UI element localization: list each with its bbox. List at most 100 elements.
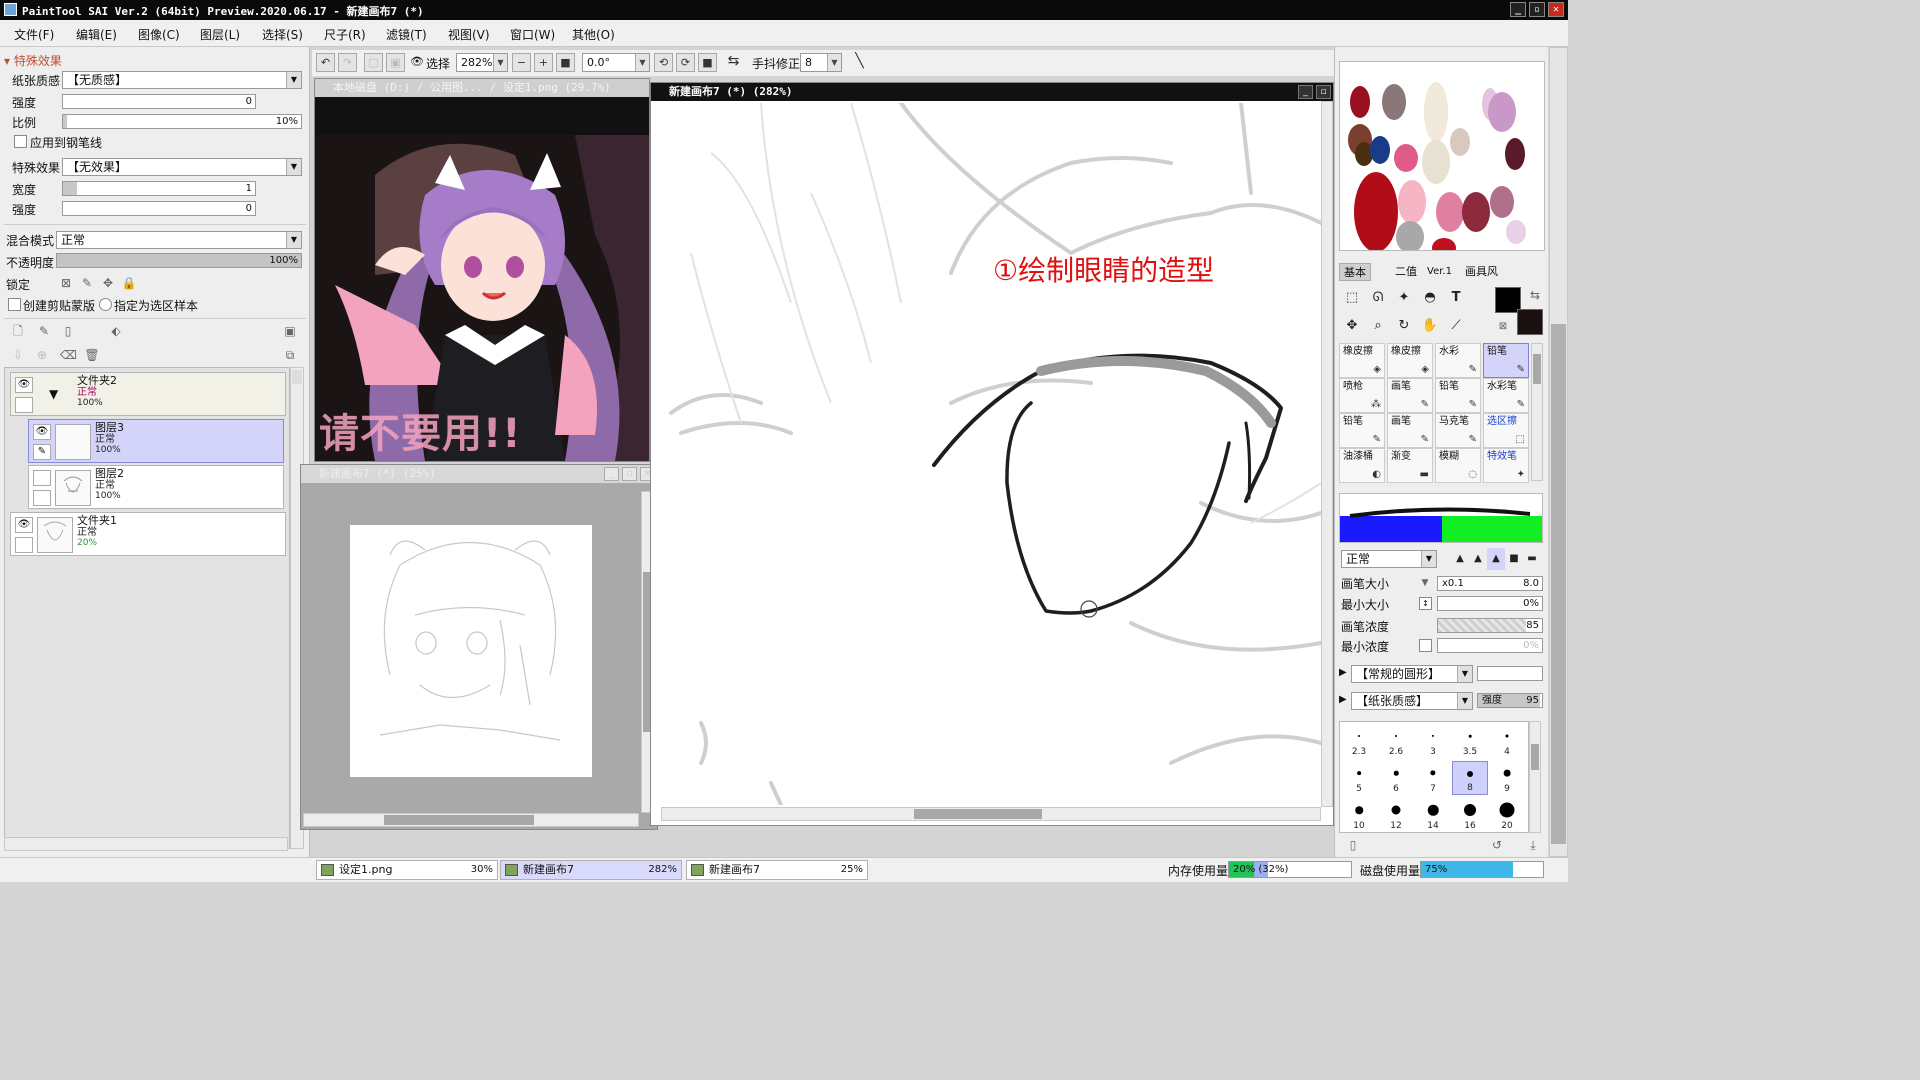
save-preset-icon[interactable]: ⤓	[1525, 837, 1541, 853]
brush-slot[interactable]: 铅笔 ✎	[1339, 413, 1385, 448]
scroll-thumb[interactable]	[1533, 354, 1541, 384]
menu-other[interactable]: 其他(O)	[572, 26, 615, 43]
main-hscrollbar[interactable]	[661, 807, 1321, 821]
redo-icon[interactable]: ↷	[338, 53, 357, 72]
brush-slot[interactable]: 铅笔 ✎	[1435, 378, 1481, 413]
chevron-down-icon[interactable]: ▼	[286, 159, 301, 175]
main-canvas-title[interactable]: 新建画布7 (*) (282%)	[651, 83, 1333, 101]
scale-slider[interactable]: 10%	[62, 114, 302, 129]
chevron-down-icon[interactable]: ▼	[286, 72, 301, 88]
clear-layer-icon[interactable]: ⌫	[60, 347, 77, 363]
select-toggle-label[interactable]: 选择	[426, 55, 450, 72]
menu-image[interactable]: 图像(C)	[138, 26, 180, 43]
eye-icon[interactable]: 👁	[410, 55, 424, 68]
rect-select-icon[interactable]: ⬚	[1341, 287, 1363, 309]
main-vscrollbar[interactable]	[1321, 101, 1333, 807]
secondary-color-swatch[interactable]	[1517, 309, 1543, 335]
chevron-down-icon[interactable]: ▼	[286, 232, 301, 248]
layer-hscrollbar[interactable]	[4, 837, 288, 851]
zoom-out-icon[interactable]: −	[512, 53, 531, 72]
size-preset[interactable]: 12	[1378, 798, 1414, 832]
lock-all-icon[interactable]: 🔒	[121, 275, 137, 291]
chevron-down-icon[interactable]: ▼	[635, 54, 649, 71]
shape-rect2-icon[interactable]: ▬	[1523, 548, 1541, 570]
invert-selection-icon[interactable]: ▣	[386, 53, 405, 72]
size-preset[interactable]: 16	[1452, 798, 1488, 832]
reference-window-title[interactable]: 本地磁盘 (D:) / 公用图... / 设定1.png (29.7%)	[315, 79, 649, 97]
paper-texture-select[interactable]: 【无质感】 ▼	[62, 71, 302, 89]
brush-blend-select[interactable]: 正常 ▼	[1341, 550, 1437, 568]
transfer-down-icon[interactable]: ⇩	[10, 347, 26, 363]
brush-slot[interactable]: 水彩笔 ✎	[1483, 378, 1529, 413]
hand-icon[interactable]: ✋	[1419, 315, 1441, 337]
brush-slot[interactable]: 画笔 ✎	[1387, 378, 1433, 413]
shape-rect-icon[interactable]: ■	[1505, 548, 1523, 570]
right-edge-scrollbar[interactable]	[1549, 47, 1568, 857]
min-size-slider[interactable]: 0%	[1437, 596, 1543, 611]
chevron-down-icon[interactable]: ▼	[1417, 575, 1433, 591]
tab-ver1[interactable]: Ver.1	[1423, 263, 1456, 281]
stabilizer-field[interactable]: 8 ▼	[800, 53, 842, 72]
size-preset[interactable]: 3	[1415, 724, 1451, 758]
strength2-slider[interactable]: 0	[62, 201, 256, 216]
layer-item-folder1[interactable]: 👁 文件夹1 正常 20%	[10, 512, 286, 556]
brush-grid-scrollbar[interactable]	[1531, 343, 1543, 481]
clip-mask-checkbox[interactable]	[8, 298, 21, 311]
visibility-eye-icon[interactable]: 👁	[15, 377, 33, 393]
menu-edit[interactable]: 编辑(E)	[76, 26, 117, 43]
new-linework-layer-icon[interactable]: ✎	[36, 323, 52, 339]
deselect-icon[interactable]: ▢	[364, 53, 383, 72]
strength-slider[interactable]: 0	[62, 94, 256, 109]
maximize-icon[interactable]: ▫	[1316, 85, 1331, 99]
brush-slot[interactable]: 橡皮擦 ◈	[1387, 343, 1433, 378]
lock-paint-icon[interactable]: ✎	[79, 275, 95, 291]
min-density-toggle[interactable]	[1419, 639, 1432, 652]
brush-slot[interactable]: 选区擦 ⬚	[1483, 413, 1529, 448]
rotate-right-icon[interactable]: ⟳	[676, 53, 695, 72]
min-size-toggle[interactable]: ↕	[1419, 597, 1432, 610]
shape-tri1-icon[interactable]: ▲	[1451, 548, 1469, 570]
tab-binary[interactable]: 二值	[1391, 263, 1421, 281]
menu-file[interactable]: 文件(F)	[14, 26, 54, 43]
size-preset[interactable]: 10	[1341, 798, 1377, 832]
width-slider[interactable]: 1	[62, 181, 256, 196]
new-folder-icon[interactable]: ▯	[60, 323, 76, 339]
apply-to-line-checkbox[interactable]	[14, 135, 27, 148]
brush-slot[interactable]: 马克笔 ✎	[1435, 413, 1481, 448]
straight-line-icon[interactable]: ╲	[850, 53, 869, 72]
texture-strength-slider[interactable]: 强度 95	[1477, 693, 1543, 708]
size-preset[interactable]: 20	[1489, 798, 1525, 832]
rotate-icon[interactable]: ↻	[1393, 315, 1415, 337]
swap-colors-icon[interactable]: ⇆	[1527, 287, 1543, 303]
doc-tab-canvas-main[interactable]: 新建画布7 282%	[500, 860, 682, 880]
brush-shape-strength[interactable]	[1477, 666, 1543, 681]
scroll-thumb[interactable]	[292, 370, 302, 384]
size-preset[interactable]: 2.6	[1378, 724, 1414, 758]
doc-tab-reference[interactable]: 设定1.png 30%	[316, 860, 498, 880]
size-preset[interactable]: 3.5	[1452, 724, 1488, 758]
trash-small-icon[interactable]: ▯	[1345, 837, 1361, 853]
rotate-reset-icon[interactable]: ■	[698, 53, 717, 72]
color-scratchpad[interactable]	[1339, 61, 1545, 251]
lock-transparency-icon[interactable]: ⊠	[58, 275, 74, 291]
chevron-down-icon[interactable]: ▼	[493, 54, 507, 71]
size-preset[interactable]: 7	[1415, 761, 1451, 795]
doc-tab-canvas-nav[interactable]: 新建画布7 25%	[686, 860, 868, 880]
effect-select[interactable]: 【无效果】 ▼	[62, 158, 302, 176]
size-preset[interactable]: 5	[1341, 761, 1377, 795]
brush-slot[interactable]: 特效笔 ✦	[1483, 448, 1529, 483]
layer-options-icon[interactable]: ⧉	[282, 347, 298, 363]
opacity-slider[interactable]: 100%	[56, 253, 302, 268]
eyedropper-icon[interactable]: ⟋	[1445, 315, 1467, 337]
visibility-eye-icon[interactable]: 👁	[33, 424, 51, 440]
size-preset[interactable]: 4	[1489, 724, 1525, 758]
chevron-down-icon[interactable]: ▼	[827, 54, 841, 71]
brush-slot[interactable]: 水彩 ✎	[1435, 343, 1481, 378]
minimize-icon[interactable]: _	[1298, 85, 1313, 99]
scroll-thumb[interactable]	[1531, 744, 1539, 770]
scroll-thumb[interactable]	[914, 809, 1042, 819]
chevron-down-icon[interactable]: ▼	[1457, 666, 1472, 682]
brush-slot[interactable]: 画笔 ✎	[1387, 413, 1433, 448]
zoom-in-icon[interactable]: +	[534, 53, 553, 72]
tab-painter-style[interactable]: 画具风	[1461, 263, 1502, 281]
